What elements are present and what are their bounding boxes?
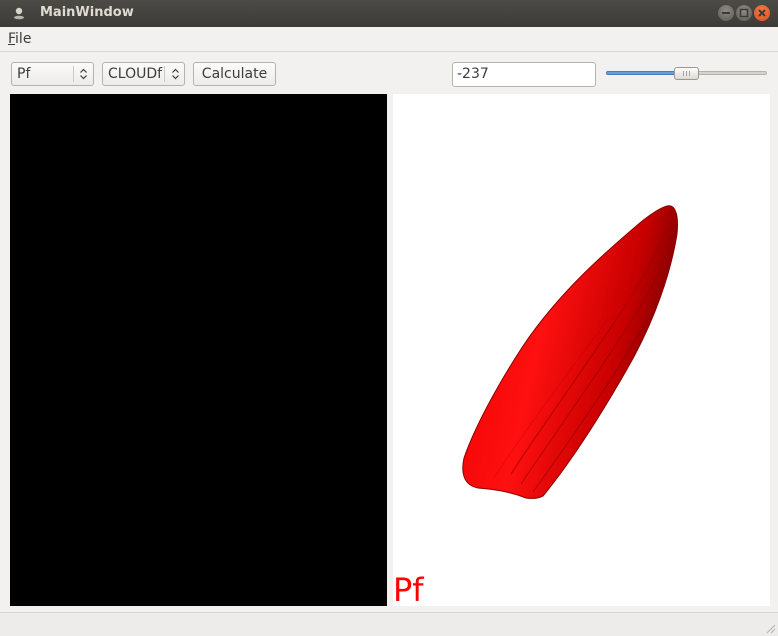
maximize-icon bbox=[739, 8, 749, 18]
value-field[interactable] bbox=[452, 62, 596, 87]
app-icon bbox=[14, 7, 24, 20]
calculate-button[interactable]: Calculate bbox=[193, 62, 276, 86]
resize-grip-icon[interactable] bbox=[764, 622, 776, 634]
minimize-icon bbox=[722, 12, 730, 14]
slider-handle[interactable] bbox=[674, 67, 699, 80]
menu-file[interactable]: File bbox=[8, 31, 31, 47]
value-input[interactable] bbox=[457, 66, 591, 82]
updown-arrow-icon bbox=[172, 68, 179, 80]
close-icon bbox=[758, 9, 766, 17]
status-bar bbox=[0, 612, 778, 636]
close-button[interactable] bbox=[754, 5, 770, 21]
left-view[interactable] bbox=[10, 94, 387, 606]
menu-file-label: ile bbox=[15, 31, 32, 47]
combo-separator bbox=[164, 66, 165, 82]
variable-select[interactable]: Pf bbox=[11, 62, 94, 86]
menu-file-mnemonic: F bbox=[8, 31, 16, 47]
plot-label: Pf bbox=[393, 571, 424, 606]
toolbar: Pf CLOUDf Calculate bbox=[0, 52, 778, 94]
title-bar: MainWindow bbox=[0, 0, 778, 27]
right-view[interactable]: Pf bbox=[393, 94, 770, 606]
window-title: MainWindow bbox=[40, 5, 134, 20]
variable-select-value: Pf bbox=[17, 66, 31, 82]
updown-arrow-icon bbox=[80, 68, 87, 80]
minimize-button[interactable] bbox=[718, 5, 734, 21]
combo-separator bbox=[73, 66, 74, 82]
maximize-button[interactable] bbox=[736, 5, 752, 21]
red-3d-surface bbox=[462, 205, 678, 499]
mode-select-value: CLOUDf bbox=[108, 66, 163, 82]
value-slider[interactable] bbox=[606, 66, 767, 82]
menu-bar: File bbox=[0, 27, 778, 52]
mode-select[interactable]: CLOUDf bbox=[102, 62, 185, 86]
